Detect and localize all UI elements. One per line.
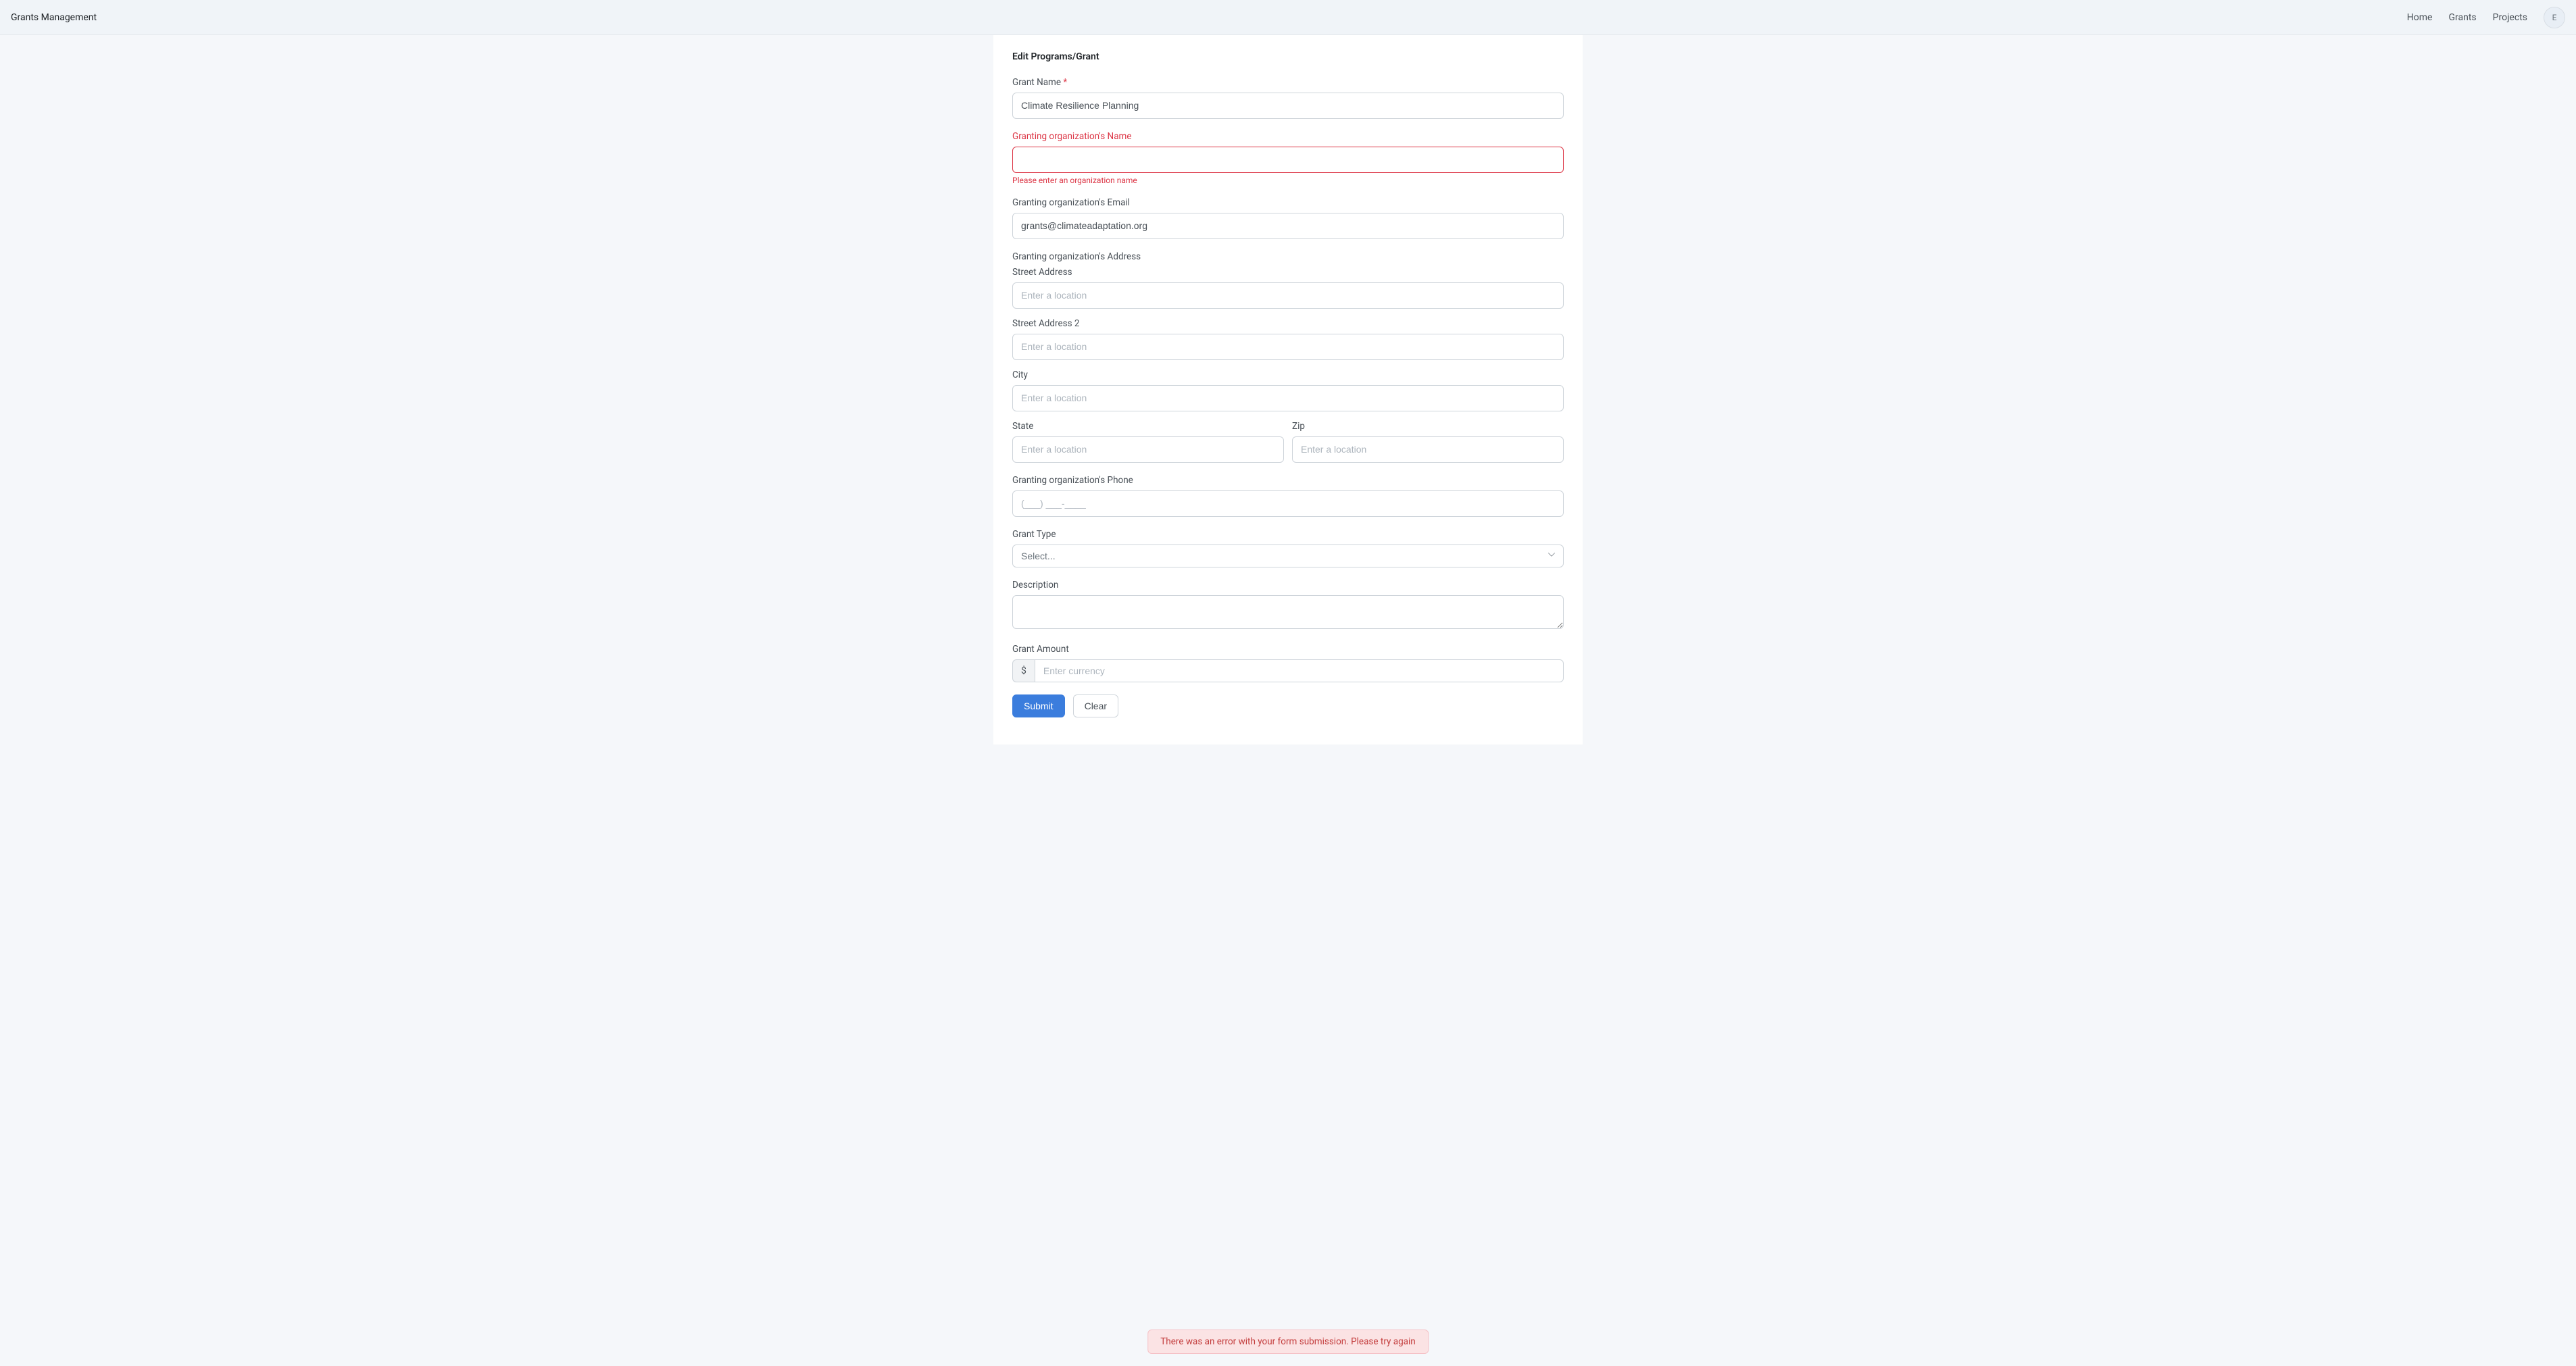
state-group: State — [1012, 421, 1284, 463]
page-title: Edit Programs/Grant — [1012, 51, 1564, 62]
street1-group: Street Address — [1012, 267, 1564, 309]
grant-type-select-wrapper: Select... — [1012, 545, 1564, 567]
grant-type-group: Grant Type Select... — [1012, 529, 1564, 567]
submit-button[interactable]: Submit — [1012, 694, 1065, 717]
city-group: City — [1012, 370, 1564, 411]
description-group: Description — [1012, 580, 1564, 632]
city-label: City — [1012, 370, 1564, 380]
street2-group: Street Address 2 — [1012, 318, 1564, 360]
street2-label: Street Address 2 — [1012, 318, 1564, 329]
org-name-group: Granting organization's Name Please ente… — [1012, 131, 1564, 185]
grant-amount-group: Grant Amount $ — [1012, 644, 1564, 682]
state-zip-row: State Zip — [1012, 421, 1564, 463]
nav-brand[interactable]: Grants Management — [11, 12, 97, 23]
state-label: State — [1012, 421, 1284, 432]
error-toast: There was an error with your form submis… — [1147, 1330, 1429, 1354]
currency-symbol: $ — [1012, 659, 1035, 682]
street1-input[interactable] — [1012, 282, 1564, 309]
grant-amount-label: Grant Amount — [1012, 644, 1564, 655]
zip-input[interactable] — [1292, 436, 1564, 463]
zip-group: Zip — [1292, 421, 1564, 463]
grant-type-label: Grant Type — [1012, 529, 1564, 540]
grant-name-label: Grant Name * — [1012, 77, 1564, 88]
currency-input-group: $ — [1012, 659, 1564, 682]
street1-label: Street Address — [1012, 267, 1564, 278]
avatar[interactable]: E — [2544, 7, 2565, 28]
city-input[interactable] — [1012, 385, 1564, 411]
org-address-group: Granting organization's Address Street A… — [1012, 251, 1564, 463]
org-email-label: Granting organization's Email — [1012, 197, 1564, 208]
grant-name-group: Grant Name * — [1012, 77, 1564, 119]
grant-type-select[interactable]: Select... — [1012, 545, 1564, 567]
form-container: Edit Programs/Grant Grant Name * Grantin… — [993, 35, 1583, 744]
street2-input[interactable] — [1012, 334, 1564, 360]
org-email-group: Granting organization's Email — [1012, 197, 1564, 239]
org-name-label: Granting organization's Name — [1012, 131, 1564, 142]
org-phone-input[interactable] — [1012, 490, 1564, 517]
org-name-error: Please enter an organization name — [1012, 176, 1564, 185]
org-email-input[interactable] — [1012, 213, 1564, 239]
org-phone-group: Granting organization's Phone — [1012, 475, 1564, 517]
nav-right: Home Grants Projects E — [2407, 7, 2565, 28]
nav-link-home[interactable]: Home — [2407, 12, 2433, 23]
navbar: Grants Management Home Grants Projects E — [0, 0, 2576, 35]
org-address-label: Granting organization's Address — [1012, 251, 1564, 262]
button-row: Submit Clear — [1012, 694, 1564, 717]
zip-label: Zip — [1292, 421, 1564, 432]
clear-button[interactable]: Clear — [1073, 694, 1118, 717]
state-input[interactable] — [1012, 436, 1284, 463]
grant-name-input[interactable] — [1012, 93, 1564, 119]
description-textarea[interactable] — [1012, 595, 1564, 629]
grant-amount-input[interactable] — [1035, 659, 1564, 682]
org-name-input[interactable] — [1012, 147, 1564, 173]
nav-link-grants[interactable]: Grants — [2448, 12, 2476, 23]
required-star: * — [1063, 77, 1067, 88]
description-label: Description — [1012, 580, 1564, 590]
grant-name-label-text: Grant Name — [1012, 77, 1061, 88]
org-phone-label: Granting organization's Phone — [1012, 475, 1564, 486]
nav-link-projects[interactable]: Projects — [2493, 12, 2527, 23]
